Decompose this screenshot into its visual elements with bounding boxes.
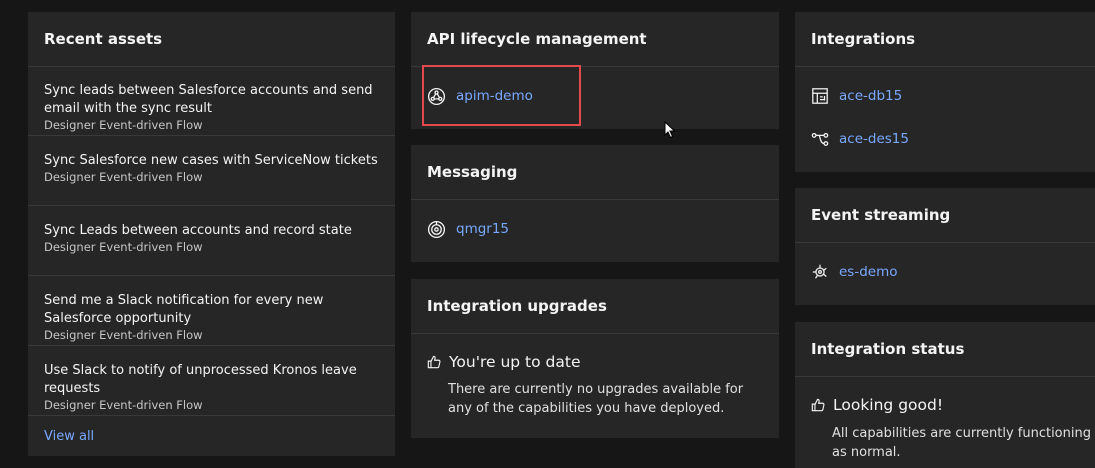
instance-link-qmgr15[interactable]: qmgr15 [427,217,509,241]
recent-asset-type: Designer Event-driven Flow [44,118,203,132]
recent-asset-item[interactable]: Sync Salesforce new cases with ServiceNo… [28,136,395,206]
recent-asset-type: Designer Event-driven Flow [44,170,203,184]
recent-asset-title: Sync leads between Salesforce accounts a… [44,83,373,116]
tile-divider [795,376,1095,377]
integration-status-title: Integration status [811,340,965,358]
event-streaming-tile: Event streaming es-demo [795,188,1095,305]
recent-asset-type: Designer Event-driven Flow [44,328,203,342]
messaging-title: Messaging [427,163,518,181]
queue-manager-icon [427,220,446,239]
messaging-tile: Messaging qmgr15 [411,145,779,262]
mouse-cursor-icon [664,120,676,143]
instance-link-label: ace-db15 [839,88,903,104]
recent-asset-title: Sync Salesforce new cases with ServiceNo… [44,153,378,168]
thumbs-up-icon [811,398,825,412]
event-streaming-title: Event streaming [811,206,951,224]
instance-link-label: es-demo [839,264,898,280]
recent-assets-tile: Recent assets Sync leads between Salesfo… [28,12,395,456]
tile-divider [411,333,779,334]
integrations-tile: Integrations ace-db15 ace-des15 [795,12,1095,172]
tile-divider [795,66,1095,67]
recent-asset-item[interactable]: Sync leads between Salesforce accounts a… [28,67,395,136]
integration-status-state-title: Looking good! [833,396,944,414]
instance-link-ace-des15[interactable]: ace-des15 [811,127,909,151]
recent-asset-type: Designer Event-driven Flow [44,398,203,412]
recent-asset-type: Designer Event-driven Flow [44,240,203,254]
recent-assets-title: Recent assets [44,30,163,48]
instance-link-label: ace-des15 [839,131,909,147]
integration-status-tile: Integration status Looking good! All cap… [795,322,1095,468]
recent-asset-item[interactable]: Send me a Slack notification for every n… [28,276,395,346]
recent-asset-title: Send me a Slack notification for every n… [44,293,324,326]
view-all-link[interactable]: View all [44,429,94,444]
integration-status-state: Looking good! [811,396,943,414]
dashboard-icon [811,87,829,105]
tile-divider [411,199,779,200]
recent-asset-item[interactable]: Use Slack to notify of unprocessed Krono… [28,346,395,416]
api-lifecycle-title: API lifecycle management [427,30,647,48]
recent-asset-item[interactable]: Sync Leads between accounts and record s… [28,206,395,276]
integration-upgrades-tile: Integration upgrades You're up to date T… [411,279,779,438]
integrations-title: Integrations [811,30,916,48]
event-streams-icon [811,263,829,281]
thumbs-up-icon [427,355,441,369]
tile-divider [795,242,1095,243]
recent-asset-title: Use Slack to notify of unprocessed Krono… [44,363,357,396]
upgrades-status: You're up to date [427,353,581,371]
flow-icon [811,130,829,148]
instance-link-ace-db15[interactable]: ace-db15 [811,84,902,108]
instance-link-label: qmgr15 [456,221,510,237]
integration-status-body: All capabilities are currently functioni… [832,426,1091,460]
instance-link-es-demo[interactable]: es-demo [811,260,898,284]
upgrades-status-body: There are currently no upgrades availabl… [448,382,744,416]
recent-asset-title: Sync Leads between accounts and record s… [44,223,352,238]
upgrades-status-title: You're up to date [449,353,581,371]
integration-upgrades-title: Integration upgrades [427,297,607,315]
selection-highlight [422,65,581,126]
